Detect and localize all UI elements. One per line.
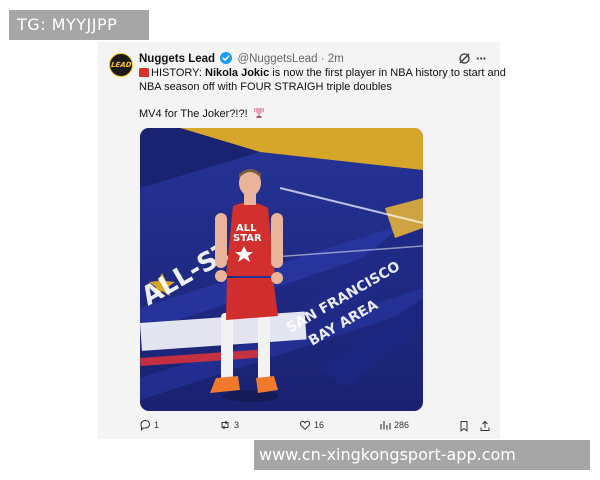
tweet-photo[interactable]: ALL-STAR SAN FRANCISCO BAY AREA ALL STAR (140, 128, 423, 411)
watermark-url: www.cn-xingkongsport-app.com (254, 440, 590, 470)
views-count: 286 (394, 420, 410, 430)
tweet-text-player-name: Nikola Jokic (205, 67, 270, 79)
repost-count: 3 (234, 420, 240, 430)
tweet-text-rest: is now the first player in NBA history t… (269, 67, 506, 79)
like-action[interactable]: 16 (299, 419, 324, 431)
tweet-text-mv4: MV4 for The Joker?!?! (139, 108, 248, 120)
verified-badge-icon (220, 52, 233, 64)
bookmark-icon[interactable] (458, 420, 470, 432)
reply-count: 1 (154, 420, 160, 430)
tweet-text-line-2: NBA season off with FOUR STRAIGH triple … (139, 81, 392, 93)
reply-action[interactable]: 1 (139, 419, 159, 431)
tg-badge: TG: MYYJJPP (9, 10, 149, 40)
court-photo-illustration: ALL-STAR SAN FRANCISCO BAY AREA ALL STAR (140, 128, 423, 411)
siren-emoji-icon (139, 68, 149, 77)
reply-icon (140, 419, 151, 431)
repost-action[interactable]: 3 (219, 419, 239, 431)
tweet-actions-bar: 1 3 16 286 (139, 419, 491, 435)
share-icon[interactable] (479, 420, 491, 432)
tweet-header: Nuggets Lead @NuggetsLead · 2m (139, 52, 344, 65)
like-count: 16 (314, 420, 325, 430)
views-action[interactable]: 286 (379, 419, 409, 431)
views-chart-icon (380, 421, 391, 430)
avatar-logo-text: LEAD (110, 61, 132, 69)
handle[interactable]: @NuggetsLead (237, 53, 317, 65)
tweet-text-line-1: HISTORY: Nikola Jokic is now the first p… (139, 67, 506, 79)
trophy-emoji-icon (253, 108, 264, 118)
separator-dot: · (320, 53, 325, 65)
avatar[interactable]: LEAD (109, 53, 133, 77)
more-options-icon[interactable]: ··· (476, 51, 487, 66)
tweet-text-line-3: MV4 for The Joker?!?! (139, 107, 265, 120)
tweet-text-prefix: HISTORY: (151, 67, 206, 79)
display-name[interactable]: Nuggets Lead (139, 53, 215, 65)
grok-icon[interactable] (458, 52, 471, 65)
timestamp[interactable]: 2m (328, 53, 344, 65)
jersey-text-star: STAR (233, 233, 262, 244)
heart-icon (299, 420, 311, 431)
repost-icon (221, 420, 229, 430)
